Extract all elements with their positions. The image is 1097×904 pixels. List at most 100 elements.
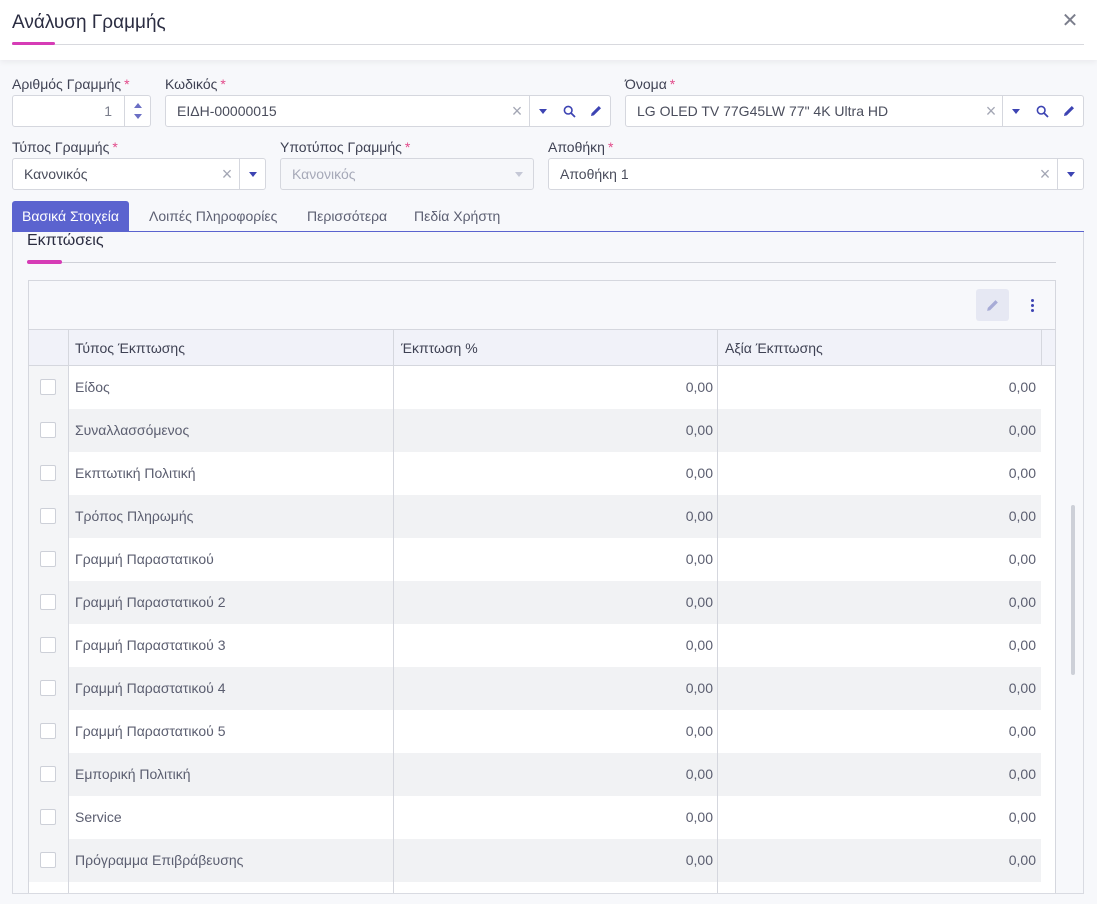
table-row[interactable]: Γραμμή Παραστατικού 2 0,00 0,00 (29, 581, 1041, 624)
tab-user-fields[interactable]: Πεδία Χρήστη (404, 201, 510, 232)
cell-discount-type: Service (75, 809, 122, 825)
tab-more[interactable]: Περισσότερα (297, 201, 397, 232)
clear-icon[interactable]: × (1037, 164, 1053, 184)
spinner-down-icon[interactable] (134, 114, 142, 119)
table-row[interactable]: Είδος 0,00 0,00 (29, 366, 1041, 409)
cell-discount-type: Είδος (75, 379, 110, 395)
search-icon[interactable] (556, 96, 582, 126)
cell-discount-type: Συναλλασσόμενος (75, 422, 190, 438)
search-icon[interactable] (1029, 96, 1055, 126)
row-checkbox[interactable] (40, 766, 56, 782)
table-row[interactable]: Γραμμή Παραστατικού 3 0,00 0,00 (29, 624, 1041, 667)
cell-discount-type: Εμπορική Πολιτική (75, 766, 191, 782)
dropdown-caret-icon[interactable] (240, 159, 266, 189)
tab-other-info[interactable]: Λοιπές Πληροφορίες (139, 201, 287, 232)
warehouse-select[interactable]: Αποθήκη 1 × (548, 158, 1084, 190)
spinner[interactable] (124, 96, 150, 126)
row-checkbox[interactable] (40, 508, 56, 524)
pencil-icon[interactable] (976, 289, 1009, 321)
spinner-up-icon[interactable] (134, 103, 142, 108)
table-row[interactable]: Γραμμή Παραστατικού 5 0,00 0,00 (29, 710, 1041, 753)
cell-discount-percent: 0,00 (685, 508, 713, 524)
line-number-value: 1 (104, 103, 112, 119)
cell-discount-amount: 0,00 (1008, 852, 1036, 868)
cell-discount-type: Γραμμή Παραστατικού 2 (75, 594, 226, 610)
discounts-grid: Τύπος Έκπτωσης Έκπτωση % Αξία Έκπτωσης Ε… (28, 280, 1056, 893)
row-checkbox[interactable] (40, 422, 56, 438)
column-header-type[interactable]: Τύπος Έκπτωσης (75, 340, 185, 356)
name-label: Όνομα * (625, 76, 676, 92)
section-divider (27, 262, 1056, 263)
cell-discount-percent: 0,00 (685, 723, 713, 739)
row-checkbox[interactable] (40, 809, 56, 825)
cell-discount-amount: 0,00 (1008, 508, 1036, 524)
table-row[interactable]: Γραμμή Παραστατικού 4 0,00 0,00 (29, 667, 1041, 710)
more-vertical-icon[interactable] (1019, 289, 1045, 321)
cell-discount-amount: 0,00 (1008, 594, 1036, 610)
row-checkbox[interactable] (40, 852, 56, 868)
code-field[interactable]: ΕΙΔΗ-00000015 × (165, 95, 611, 127)
table-row[interactable]: Πρόγραμμα Επιβράβευσης 0,00 0,00 (29, 839, 1041, 882)
column-header-amount[interactable]: Αξία Έκπτωσης (725, 340, 823, 356)
dialog-title: Ανάλυση Γραμμής (12, 12, 166, 33)
clear-icon[interactable]: × (509, 101, 525, 121)
line-type-select[interactable]: Κανονικός × (12, 158, 266, 190)
warehouse-value: Αποθήκη 1 (560, 166, 629, 182)
row-checkbox[interactable] (40, 723, 56, 739)
cell-discount-amount: 0,00 (1008, 723, 1036, 739)
dropdown-caret-icon (506, 159, 532, 189)
row-checkbox[interactable] (40, 551, 56, 567)
cell-discount-type: Εκπτωτική Πολιτική (75, 465, 196, 481)
column-header-percent[interactable]: Έκπτωση % (401, 340, 478, 356)
cell-discount-type: Γραμμή Παραστατικού 4 (75, 680, 226, 696)
table-row[interactable]: Service 0,00 0,00 (29, 796, 1041, 839)
code-value: ΕΙΔΗ-00000015 (177, 103, 277, 119)
cell-discount-amount: 0,00 (1008, 680, 1036, 696)
row-checkbox[interactable] (40, 637, 56, 653)
line-subtype-label: Υποτύπος Γραμμής * (280, 139, 411, 155)
cell-discount-amount: 0,00 (1008, 422, 1036, 438)
tab-basic[interactable]: Βασικά Στοιχεία (12, 201, 130, 232)
row-checkbox[interactable] (40, 680, 56, 696)
line-type-value: Κανονικός (24, 166, 88, 182)
table-row[interactable]: Γραμμή Παραστατικού 0,00 0,00 (29, 538, 1041, 581)
dropdown-caret-icon[interactable] (530, 96, 556, 126)
cell-discount-amount: 0,00 (1008, 379, 1036, 395)
cell-discount-type: Γραμμή Παραστατικού 3 (75, 637, 226, 653)
line-subtype-select: Κανονικός (280, 158, 534, 190)
line-number-label: Αριθμός Γραμμής * (12, 76, 130, 92)
dropdown-caret-icon[interactable] (1058, 159, 1084, 189)
close-icon[interactable]: ✕ (1060, 10, 1080, 32)
cell-discount-amount: 0,00 (1008, 766, 1036, 782)
cell-discount-amount: 0,00 (1008, 637, 1036, 653)
cell-discount-type: Γραμμή Παραστατικού (75, 551, 214, 567)
section-accent-bar (27, 260, 62, 264)
clear-icon[interactable]: × (219, 164, 235, 184)
table-row[interactable]: Εμπορική Πολιτική 0,00 0,00 (29, 753, 1041, 796)
cell-discount-percent: 0,00 (685, 379, 713, 395)
tab-panel: Εκπτώσεις Τύπος Έκπτωσης Έκπτωση % Αξία … (12, 232, 1084, 894)
name-field[interactable]: LG OLED TV 77G45LW 77" 4K Ultra HD × (625, 95, 1084, 127)
row-checkbox[interactable] (40, 594, 56, 610)
line-type-label: Τύπος Γραμμής * (12, 139, 118, 155)
row-checkbox[interactable] (40, 379, 56, 395)
cell-discount-percent: 0,00 (685, 551, 713, 567)
cell-discount-percent: 0,00 (685, 465, 713, 481)
dropdown-caret-icon[interactable] (1003, 96, 1029, 126)
row-checkbox[interactable] (40, 465, 56, 481)
table-row[interactable]: Συναλλασσόμενος 0,00 0,00 (29, 409, 1041, 452)
cell-discount-type: Γραμμή Παραστατικού 5 (75, 723, 226, 739)
scrollbar[interactable] (1071, 505, 1077, 675)
dialog-header: Ανάλυση Γραμμής ✕ (0, 0, 1097, 60)
line-number-stepper[interactable]: 1 (12, 95, 151, 127)
cell-discount-percent: 0,00 (685, 637, 713, 653)
cell-discount-percent: 0,00 (685, 422, 713, 438)
pencil-icon[interactable] (1056, 96, 1082, 126)
clear-icon[interactable]: × (983, 101, 999, 121)
table-row[interactable]: Εκπτωτική Πολιτική 0,00 0,00 (29, 452, 1041, 495)
cell-discount-type: Πρόγραμμα Επιβράβευσης (75, 852, 244, 868)
pencil-icon[interactable] (583, 96, 609, 126)
warehouse-label: Αποθήκη * (548, 139, 614, 155)
scrollbar-thumb[interactable] (1071, 505, 1075, 675)
table-row[interactable]: Τρόπος Πληρωμής 0,00 0,00 (29, 495, 1041, 538)
